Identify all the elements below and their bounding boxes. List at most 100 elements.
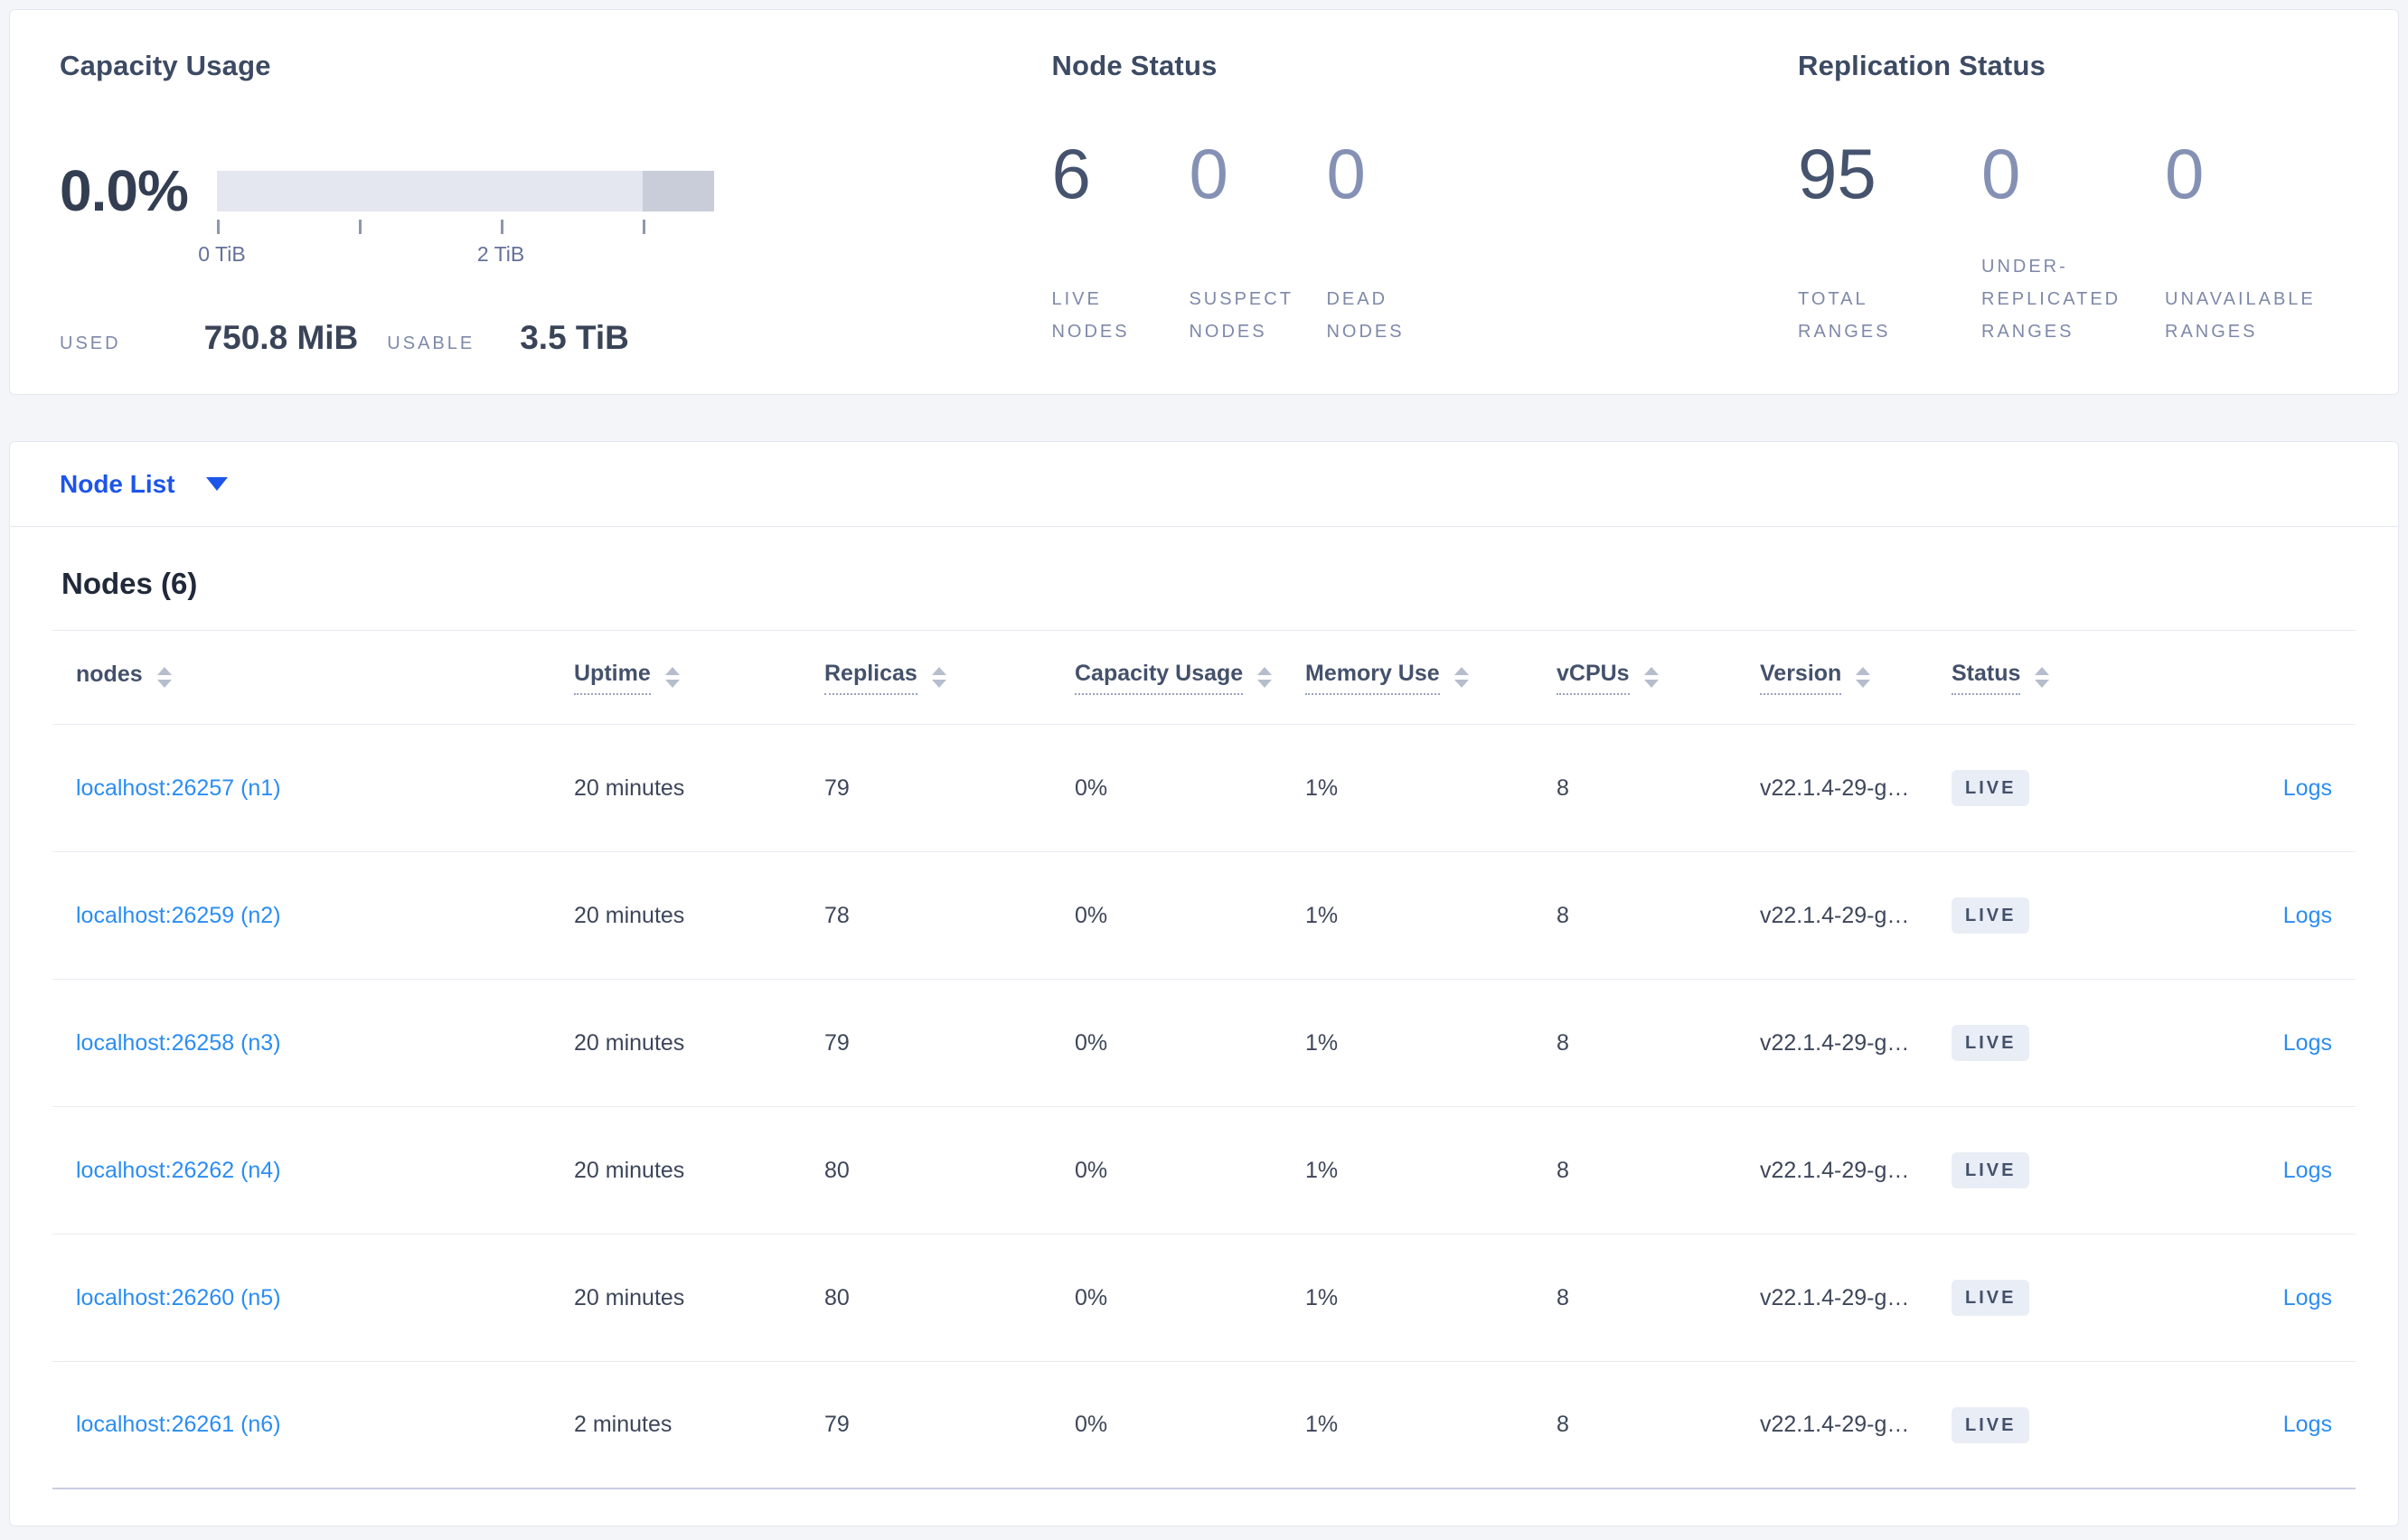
under-replicated-ranges-value: 0 [1981, 134, 2021, 213]
status-badge: LIVE [1952, 897, 2030, 934]
vcpus-cell: 8 [1557, 1029, 1569, 1056]
uptime-cell: 2 minutes [574, 1412, 673, 1437]
node-link[interactable]: localhost:26257 (n1) [76, 775, 281, 801]
replicas-cell: 80 [824, 1284, 850, 1310]
sort-icon [1257, 667, 1273, 688]
column-header-status[interactable]: Status [1928, 661, 2100, 695]
node-status-section: Node Status 6 LIVE NODES 0 SUSPECT NODES… [1051, 50, 1798, 394]
logs-cell: Logs [2100, 1285, 2356, 1311]
used-label: USED [60, 333, 121, 353]
table-row-n2: localhost:26259 (n2) 20 minutes 78 0% 1%… [52, 852, 2356, 980]
vcpus-cell: 8 [1557, 1412, 1569, 1437]
column-header-uptime[interactable]: Uptime [550, 661, 801, 695]
node-cell: localhost:26258 (n3) [52, 1030, 550, 1056]
status-badge: LIVE [1952, 1152, 2030, 1188]
column-header-replicas[interactable]: Replicas [801, 661, 1051, 695]
capacity-used-usable-row: USED 750.8 MiB USABLE 3.5 TiB [60, 319, 1051, 357]
node-link[interactable]: localhost:26260 (n5) [76, 1285, 281, 1310]
vcpus-cell: 8 [1557, 1157, 1569, 1183]
version-cell: v22.1.4-29-g… [1760, 1284, 1910, 1310]
node-cell: localhost:26262 (n4) [52, 1158, 550, 1184]
memory-cell: 1% [1305, 1412, 1339, 1437]
suspect-nodes-label: SUSPECT NODES [1189, 289, 1293, 342]
logs-link[interactable]: Logs [2283, 1030, 2332, 1056]
unavailable-ranges-value: 0 [2165, 134, 2205, 213]
node-list-dropdown[interactable]: Node List [10, 442, 2398, 527]
column-header-capacity-usage[interactable]: Capacity Usage [1051, 661, 1282, 695]
replication-status-section: Replication Status 95 TOTAL RANGES 0 UND… [1798, 50, 2348, 394]
node-cell: localhost:26257 (n1) [52, 775, 550, 802]
capacity-cell: 0% [1075, 775, 1108, 801]
node-link[interactable]: localhost:26261 (n6) [76, 1412, 281, 1437]
node-link[interactable]: localhost:26262 (n4) [76, 1158, 281, 1183]
sort-icon [2035, 667, 2050, 688]
gauge-tick-mark [501, 219, 504, 234]
logs-link[interactable]: Logs [2283, 1285, 2332, 1310]
version-cell: v22.1.4-29-g… [1760, 1412, 1910, 1437]
table-row-n4: localhost:26262 (n4) 20 minutes 80 0% 1%… [52, 1107, 2356, 1235]
gauge-tick-mark [642, 219, 645, 234]
dead-nodes-label: DEAD NODES [1326, 289, 1405, 342]
memory-cell: 1% [1305, 902, 1339, 928]
node-status-stats: 6 LIVE NODES 0 SUSPECT NODES 0 DEAD NODE… [1051, 138, 1798, 348]
capacity-cell: 0% [1075, 1284, 1108, 1310]
nodes-table-header: nodes Uptime Replicas Capacity Usage Mem… [52, 630, 2356, 725]
suspect-nodes-value: 0 [1189, 134, 1228, 213]
uptime-cell: 20 minutes [574, 775, 685, 801]
capacity-cell: 0% [1075, 1157, 1108, 1183]
logs-link[interactable]: Logs [2283, 903, 2332, 928]
uptime-cell: 20 minutes [574, 902, 685, 928]
status-cell: LIVE [1928, 1406, 2100, 1443]
capacity-gauge-bar: 0 TiB 2 TiB [198, 170, 714, 266]
unavailable-ranges-label: UNAVAILABLE RANGES [2165, 289, 2316, 342]
cluster-summary-card: Capacity Usage 0.0% 0 TiB 2 TiB USED 750… [9, 9, 2399, 395]
capacity-gauge-dark-segment [642, 170, 714, 211]
table-row-n5: localhost:26260 (n5) 20 minutes 80 0% 1%… [52, 1235, 2356, 1362]
memory-cell: 1% [1305, 1284, 1339, 1310]
replication-stats: 95 TOTAL RANGES 0 UNDER- REPLICATED RANG… [1798, 138, 2348, 348]
vcpus-cell: 8 [1557, 775, 1569, 801]
cluster-overview-page: Capacity Usage 0.0% 0 TiB 2 TiB USED 750… [0, 0, 2408, 1535]
total-ranges-value: 95 [1798, 134, 1877, 213]
dead-nodes-value: 0 [1326, 134, 1366, 213]
unavailable-ranges-stat: 0 UNAVAILABLE RANGES [2165, 138, 2348, 348]
logs-link[interactable]: Logs [2283, 1412, 2332, 1437]
under-replicated-ranges-label: UNDER- REPLICATED RANGES [1981, 257, 2121, 342]
live-nodes-label: LIVE NODES [1051, 289, 1130, 342]
gauge-tick-label-zero: 0 TiB [198, 241, 246, 266]
logs-link[interactable]: Logs [2283, 1158, 2332, 1183]
node-link[interactable]: localhost:26258 (n3) [76, 1030, 281, 1056]
nodes-table: nodes Uptime Replicas Capacity Usage Mem… [52, 630, 2356, 1489]
status-badge: LIVE [1952, 1406, 2030, 1443]
suspect-nodes-stat: 0 SUSPECT NODES [1189, 138, 1326, 348]
column-header-vcpus[interactable]: vCPUs [1533, 661, 1736, 695]
used-value: 750.8 MiB [203, 319, 359, 356]
total-ranges-stat: 95 TOTAL RANGES [1798, 138, 1981, 348]
column-header-nodes[interactable]: nodes [52, 662, 550, 694]
capacity-gauge-row: 0.0% 0 TiB 2 TiB [60, 158, 1051, 266]
version-cell: v22.1.4-29-g… [1760, 902, 1910, 928]
gauge-tick-mark [359, 219, 362, 234]
vcpus-cell: 8 [1557, 1284, 1569, 1310]
chevron-down-icon [205, 477, 228, 491]
sort-icon [664, 667, 680, 688]
logs-link[interactable]: Logs [2283, 775, 2332, 801]
status-cell: LIVE [1928, 1025, 2100, 1061]
memory-cell: 1% [1305, 775, 1339, 801]
table-row-n3: localhost:26258 (n3) 20 minutes 79 0% 1%… [52, 980, 2356, 1107]
status-cell: LIVE [1928, 1152, 2100, 1188]
live-nodes-stat: 6 LIVE NODES [1051, 138, 1189, 348]
version-cell: v22.1.4-29-g… [1760, 775, 1910, 801]
node-link[interactable]: localhost:26259 (n2) [76, 903, 281, 928]
node-status-title: Node Status [1051, 50, 1218, 81]
status-badge: LIVE [1952, 770, 2030, 806]
replication-status-title: Replication Status [1798, 50, 2046, 81]
live-nodes-value: 6 [1051, 134, 1091, 213]
logs-cell: Logs [2100, 903, 2356, 929]
node-cell: localhost:26260 (n5) [52, 1285, 550, 1311]
column-header-memory-use[interactable]: Memory Use [1282, 661, 1533, 695]
column-header-version[interactable]: Version [1736, 661, 1928, 695]
sort-icon [1453, 667, 1469, 688]
status-cell: LIVE [1928, 897, 2100, 934]
usable-value: 3.5 TiB [520, 319, 629, 356]
